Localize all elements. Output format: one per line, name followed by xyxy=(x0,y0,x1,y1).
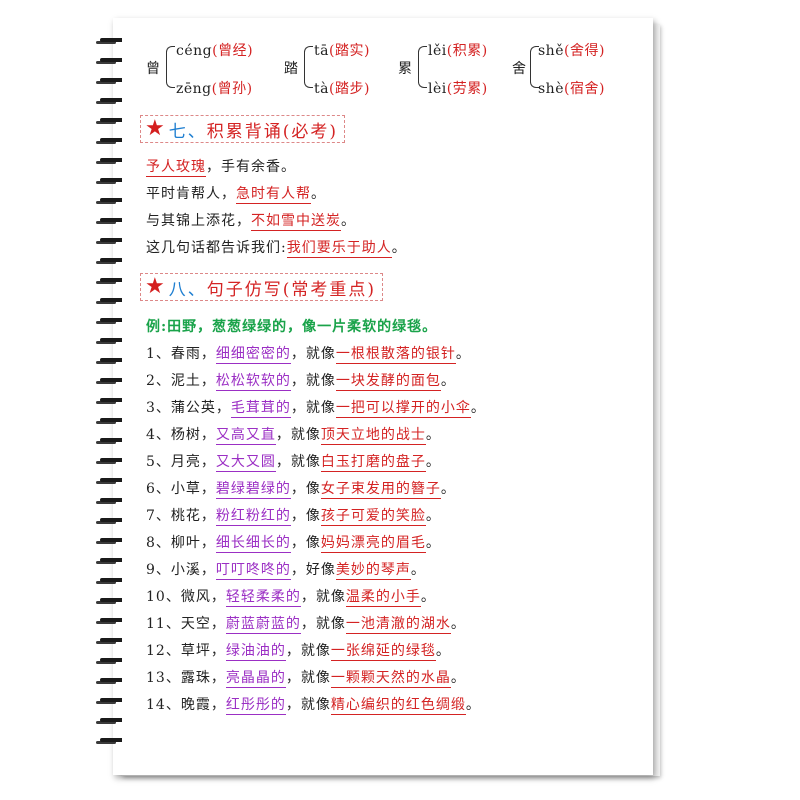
recite-line-1: 予人玫瑰，手有余香。 xyxy=(146,159,296,177)
spiral-ring xyxy=(96,96,134,105)
imitation-item: 10、微风，轻轻柔柔的，就像温柔的小手。 xyxy=(146,589,436,607)
pinyin-char: 曾 xyxy=(146,61,160,77)
imitation-item: 6、小草，碧绿碧绿的，像女子束发用的簪子。 xyxy=(146,481,456,499)
imitation-item: 4、杨树，又高又直，就像顶天立地的战士。 xyxy=(146,427,441,445)
spiral-ring xyxy=(96,636,134,645)
section8-title: 句子仿写(常考重点) xyxy=(206,279,376,300)
spiral-ring xyxy=(96,256,134,265)
pinyin-top-word: (积累) xyxy=(446,43,488,59)
spiral-ring xyxy=(96,456,134,465)
imitation-item: 11、天空，蔚蓝蔚蓝的，就像一池清澈的湖水。 xyxy=(146,616,466,634)
spiral-ring xyxy=(96,296,134,305)
spiral-ring xyxy=(96,656,134,665)
spiral-ring xyxy=(96,416,134,425)
pinyin-top: céng xyxy=(176,43,213,59)
imitation-item: 5、月亮，又大又圆，就像白玉打磨的盘子。 xyxy=(146,454,441,472)
section8-heading: ★ 八、 句子仿写(常考重点) xyxy=(140,273,383,301)
imitation-item: 14、晚霞，红彤彤的，就像精心编织的红色绸缎。 xyxy=(146,697,481,715)
imitation-item: 3、蒲公英，毛茸茸的，就像一把可以撑开的小伞。 xyxy=(146,400,486,418)
pinyin-char: 舍 xyxy=(512,61,526,77)
pinyin-char: 踏 xyxy=(284,61,298,77)
imitation-item: 9、小溪，叮叮咚咚的，好像美妙的琴声。 xyxy=(146,562,426,580)
spiral-ring xyxy=(96,236,134,245)
spiral-ring xyxy=(96,276,134,285)
pinyin-bottom-word: (踏步) xyxy=(328,81,370,97)
recite-line-3: 与其锦上添花，不如雪中送炭。 xyxy=(146,213,356,231)
spiral-ring xyxy=(96,76,134,85)
spiral-ring xyxy=(96,596,134,605)
spiral-ring xyxy=(96,156,134,165)
spiral-ring xyxy=(96,576,134,585)
spiral-ring xyxy=(96,556,134,565)
spiral-ring xyxy=(96,516,134,525)
brace xyxy=(418,46,427,88)
pinyin-top: shě xyxy=(538,43,564,59)
spiral-ring xyxy=(96,176,134,185)
spiral-ring xyxy=(96,116,134,125)
spiral-ring xyxy=(96,376,134,385)
recite-line-4: 这几句话都告诉我们:我们要乐于助人。 xyxy=(146,240,407,258)
section7-number: 七、 xyxy=(168,121,207,142)
spiral-ring xyxy=(96,136,134,145)
pinyin-top-word: (曾经) xyxy=(212,43,254,59)
pinyin-bottom-word: (劳累) xyxy=(446,81,488,97)
pinyin-top-word: (踏实) xyxy=(328,43,370,59)
brace xyxy=(304,46,313,88)
spiral-ring xyxy=(96,716,134,725)
pinyin-bottom: tà xyxy=(314,81,329,97)
pinyin-bottom: lèi xyxy=(428,81,447,97)
section7-title: 积累背诵(必考) xyxy=(206,121,338,142)
pinyin-bottom: zēng xyxy=(176,81,212,97)
pinyin-bottom-word: (曾孙) xyxy=(211,81,253,97)
spiral-ring xyxy=(96,356,134,365)
imitation-item: 7、桃花，粉红粉红的，像孩子可爱的笑脸。 xyxy=(146,508,441,526)
spiral-ring xyxy=(96,696,134,705)
spiral-ring xyxy=(96,396,134,405)
spiral-ring xyxy=(96,336,134,345)
spiral-ring xyxy=(96,36,134,45)
imitation-item: 2、泥土，松松软软的，就像一块发酵的面包。 xyxy=(146,373,456,391)
brace xyxy=(166,46,175,88)
example-sentence: 例:田野，葱葱绿绿的，像一片柔软的绿毯。 xyxy=(146,319,438,335)
spiral-ring xyxy=(96,536,134,545)
section7-heading: ★ 七、 积累背诵(必考) xyxy=(140,115,345,143)
spiral-ring xyxy=(96,616,134,625)
spiral-ring xyxy=(96,216,134,225)
imitation-item: 13、露珠，亮晶晶的，就像一颗颗天然的水晶。 xyxy=(146,670,466,688)
imitation-item: 12、草坪，绿油油的，就像一张绵延的绿毯。 xyxy=(146,643,451,661)
spiral-ring xyxy=(96,676,134,685)
pinyin-bottom-word: (宿舍) xyxy=(564,81,605,97)
spiral-ring xyxy=(96,476,134,485)
spiral-ring xyxy=(96,56,134,65)
spiral-ring xyxy=(96,496,134,505)
imitation-item: 1、春雨，细细密密的，就像一根根散落的银针。 xyxy=(146,346,471,364)
pinyin-top-word: (舍得) xyxy=(564,43,605,59)
spiral-ring xyxy=(96,196,134,205)
spiral-binding xyxy=(96,36,136,756)
star-icon: ★ xyxy=(145,274,165,299)
pinyin-top: lěi xyxy=(428,43,447,59)
imitation-item: 8、柳叶，细长细长的，像妈妈漂亮的眉毛。 xyxy=(146,535,441,553)
recite-line-2: 平时肯帮人，急时有人帮。 xyxy=(146,186,326,204)
spiral-ring xyxy=(96,436,134,445)
pinyin-char: 累 xyxy=(398,61,412,77)
spiral-ring xyxy=(96,736,134,745)
star-icon: ★ xyxy=(145,116,165,141)
pinyin-bottom: shè xyxy=(538,81,564,97)
section8-number: 八、 xyxy=(168,279,207,300)
spiral-ring xyxy=(96,316,134,325)
pinyin-top: tā xyxy=(314,43,329,59)
